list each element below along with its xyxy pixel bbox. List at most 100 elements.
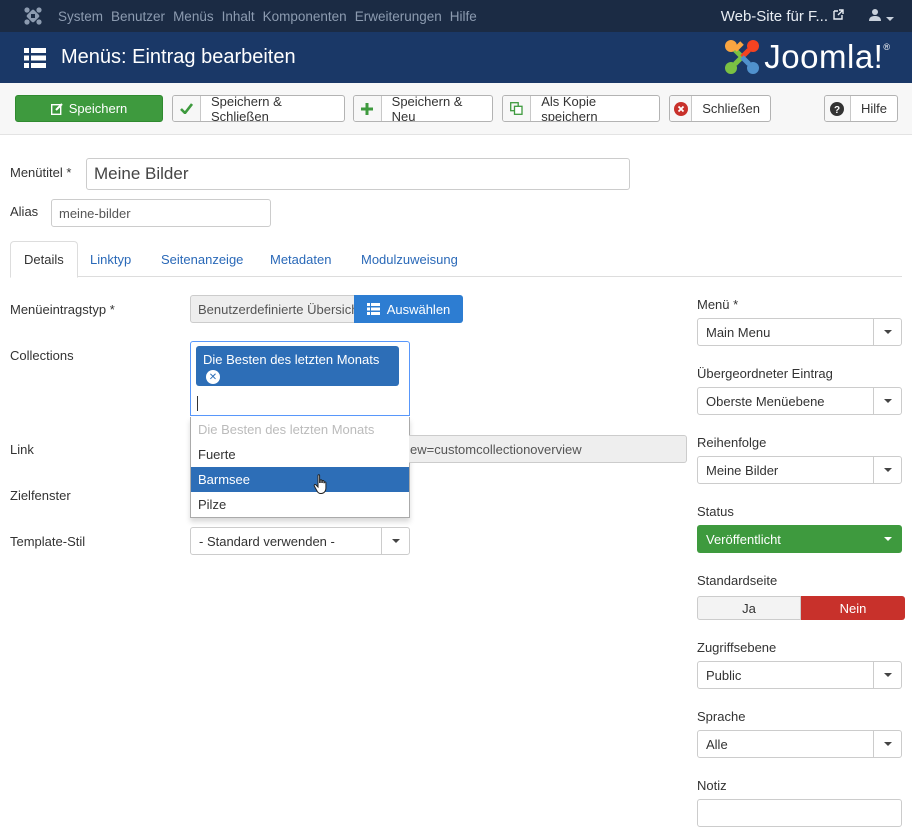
remove-chip-icon[interactable]: ✕: [206, 370, 220, 384]
copy-icon: [503, 96, 532, 121]
menu-label: Menü *: [697, 297, 739, 312]
page-header: Menüs: Eintrag bearbeiten Joomla! ®: [0, 32, 912, 83]
ordering-select[interactable]: Meine Bilder: [697, 456, 902, 484]
help-label: Hilfe: [860, 101, 887, 116]
collection-option[interactable]: Fuerte: [191, 442, 409, 467]
default-no-button[interactable]: Nein: [801, 596, 905, 620]
admin-topbar: System Benutzer Menüs Inhalt Komponenten…: [0, 0, 912, 32]
collection-option[interactable]: Barmsee: [191, 467, 409, 492]
template-style-select[interactable]: - Standard verwenden -: [190, 527, 410, 555]
topmenu-system[interactable]: System: [58, 9, 103, 24]
chevron-down-icon: [873, 388, 901, 414]
default-page-label: Standardseite: [697, 573, 778, 588]
menu-list-icon: [24, 47, 46, 69]
joomla-brand-icon: [725, 40, 760, 74]
collection-option: Die Besten des letzten Monats: [198, 422, 375, 437]
save-new-label: Speichern & Neu: [391, 95, 463, 122]
select-type-button[interactable]: Auswählen: [354, 295, 463, 323]
chevron-down-icon: [873, 319, 901, 345]
alias-label: Alias: [10, 204, 39, 219]
tab-seitenanzeige[interactable]: Seitenanzeige: [161, 241, 243, 277]
help-icon: ?: [825, 96, 851, 121]
list-icon: [366, 303, 380, 315]
check-icon: [173, 96, 201, 121]
collections-multiselect[interactable]: Die Besten des letzten Monats ✕: [190, 341, 410, 416]
topmenu-komponenten[interactable]: Komponenten: [263, 9, 347, 24]
access-select[interactable]: Public: [697, 661, 902, 689]
menu-title-input[interactable]: Meine Bilder: [86, 158, 630, 190]
target-window-label: Zielfenster: [10, 488, 71, 503]
close-button[interactable]: Schließen: [669, 95, 771, 122]
parent-item-select[interactable]: Oberste Menüebene: [697, 387, 902, 415]
collections-label: Collections: [10, 348, 74, 363]
svg-text:?: ?: [834, 105, 840, 116]
language-select[interactable]: Alle: [697, 730, 902, 758]
joomla-logo: Joomla! ®: [723, 38, 890, 76]
joomla-icon[interactable]: [21, 4, 45, 28]
page-title: Menüs: Eintrag bearbeiten: [61, 46, 296, 68]
note-input[interactable]: [697, 799, 902, 827]
close-icon: [670, 96, 693, 121]
tab-metadaten[interactable]: Metadaten: [270, 241, 331, 277]
save-copy-button[interactable]: Als Kopie speichern: [502, 95, 660, 122]
brand-name: Joomla!: [764, 38, 884, 75]
plus-icon: [354, 96, 382, 121]
ordering-value: Meine Bilder: [706, 462, 779, 478]
hand-cursor-icon: [313, 474, 329, 497]
user-icon: [868, 8, 882, 25]
topmenu-benutzer[interactable]: Benutzer: [111, 9, 165, 24]
tab-bar: Details Linktyp Seitenanzeige Metadaten …: [10, 241, 902, 278]
chevron-down-icon: [886, 9, 894, 24]
close-label: Schließen: [702, 101, 760, 116]
user-menu[interactable]: [868, 0, 894, 32]
site-link-label: Web-Site für F...: [720, 7, 828, 25]
save-close-button[interactable]: Speichern & Schließen: [172, 95, 345, 122]
status-value: Veröffentlicht: [706, 531, 781, 547]
note-label: Notiz: [697, 778, 727, 793]
collection-option[interactable]: Pilze: [191, 492, 409, 517]
save-new-button[interactable]: Speichern & Neu: [353, 95, 493, 122]
language-value: Alle: [706, 736, 728, 752]
parent-item-value: Oberste Menüebene: [706, 393, 825, 409]
link-field: ew=customcollectionoverview: [409, 435, 687, 463]
tab-modulzuweisung[interactable]: Modulzuweisung: [361, 241, 458, 277]
ordering-label: Reihenfolge: [697, 435, 767, 450]
menu-item-type-field: Benutzerdefinierte Übersicht: [190, 295, 355, 323]
link-label: Link: [10, 442, 34, 457]
language-label: Sprache: [697, 709, 746, 724]
menu-item-type-label: Menüeintragstyp *: [10, 302, 115, 317]
topmenu-hilfe[interactable]: Hilfe: [450, 9, 477, 24]
parent-item-label: Übergeordneter Eintrag: [697, 366, 833, 381]
tab-details[interactable]: Details: [10, 241, 78, 278]
status-select[interactable]: Veröffentlicht: [697, 525, 902, 553]
default-page-toggle: Ja Nein: [697, 596, 905, 620]
save-close-label: Speichern & Schließen: [210, 95, 282, 122]
template-style-value: - Standard verwenden -: [199, 533, 335, 549]
access-value: Public: [706, 667, 742, 683]
collection-chip-label: Die Besten des letzten Monats: [203, 352, 380, 367]
chevron-down-icon: [381, 528, 409, 554]
toolbar: Speichern Speichern & Schließen Speicher…: [0, 83, 912, 135]
site-link[interactable]: Web-Site für F...: [721, 0, 844, 32]
save-button[interactable]: Speichern: [15, 95, 163, 122]
edit-icon: [50, 102, 63, 115]
status-label: Status: [697, 504, 734, 519]
help-button[interactable]: ? Hilfe: [824, 95, 898, 122]
default-yes-button[interactable]: Ja: [697, 596, 801, 620]
topmenu-inhalt[interactable]: Inhalt: [222, 9, 255, 24]
template-style-label: Template-Stil: [10, 534, 86, 549]
menu-select[interactable]: Main Menu: [697, 318, 902, 346]
topmenu-erweiterungen[interactable]: Erweiterungen: [355, 9, 442, 24]
chevron-down-icon: [873, 662, 901, 688]
topmenu-menus[interactable]: Menüs: [173, 9, 214, 24]
access-label: Zugriffsebene: [697, 640, 777, 655]
alias-input[interactable]: meine-bilder: [51, 199, 271, 227]
tab-linktyp[interactable]: Linktyp: [90, 241, 131, 277]
select-type-label: Auswählen: [386, 301, 451, 317]
save-copy-label: Als Kopie speichern: [541, 95, 598, 122]
chevron-down-icon: [873, 731, 901, 757]
chevron-down-icon: [884, 537, 892, 541]
text-cursor: [197, 396, 198, 411]
menu-value: Main Menu: [706, 324, 771, 340]
save-label: Speichern: [68, 101, 128, 116]
